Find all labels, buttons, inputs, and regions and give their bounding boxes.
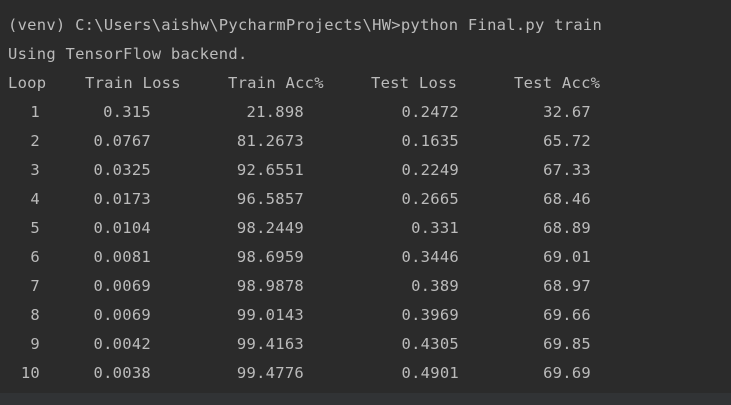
cell-train-loss: 0.0042 — [93, 335, 151, 353]
cell-test-loss: 0.2249 — [401, 161, 459, 179]
cell-train-acc: 99.4163 — [236, 335, 304, 353]
cell-test-acc: 68.97 — [543, 277, 591, 295]
cell-train-acc: 96.5857 — [236, 190, 304, 208]
table-row: 4 0.0173 96.5857 0.2665 68.46 — [0, 185, 731, 214]
cell-loop: 10 — [20, 364, 40, 382]
table-row: 8 0.0069 99.0143 0.3969 69.66 — [0, 301, 731, 330]
cell-train-acc: 92.6551 — [236, 161, 304, 179]
cell-loop: 5 — [30, 219, 40, 237]
cell-train-loss: 0.0069 — [93, 306, 151, 324]
cell-train-loss: 0.0069 — [93, 277, 151, 295]
cell-test-acc: 69.69 — [543, 364, 591, 382]
command-line: (venv) C:\Users\aishw\PycharmProjects\HW… — [8, 16, 603, 34]
cell-test-acc: 65.72 — [543, 132, 591, 150]
cell-loop: 8 — [30, 306, 40, 324]
cell-loop: 7 — [30, 277, 40, 295]
cell-test-acc: 68.89 — [543, 219, 591, 237]
terminal-bottom-edge — [0, 393, 731, 405]
header-test-loss: Test Loss — [371, 74, 458, 92]
cell-train-loss: 0.0081 — [93, 248, 151, 266]
header-train-acc: Train Acc% — [228, 74, 324, 92]
cell-test-acc: 69.01 — [543, 248, 591, 266]
table-row: 3 0.0325 92.6551 0.2249 67.33 — [0, 156, 731, 185]
cell-loop: 9 — [30, 335, 40, 353]
table-row: 5 0.0104 98.2449 0.331 68.89 — [0, 214, 731, 243]
cell-test-loss: 0.331 — [411, 219, 459, 237]
cell-train-loss: 0.0038 — [93, 364, 151, 382]
cell-loop: 3 — [30, 161, 40, 179]
header-test-acc: Test Acc% — [514, 74, 601, 92]
cell-test-loss: 0.389 — [411, 277, 459, 295]
cell-train-acc: 98.2449 — [236, 219, 304, 237]
cell-train-loss: 0.0104 — [93, 219, 151, 237]
cell-train-acc: 98.9878 — [236, 277, 304, 295]
cell-test-loss: 0.1635 — [401, 132, 459, 150]
cell-train-acc: 99.0143 — [236, 306, 304, 324]
cell-train-acc: 21.898 — [246, 103, 304, 121]
cell-train-acc: 98.6959 — [236, 248, 304, 266]
cell-loop: 1 — [30, 103, 40, 121]
cell-train-loss: 0.315 — [103, 103, 151, 121]
cell-train-loss: 0.0325 — [93, 161, 151, 179]
table-row: 10 0.0038 99.4776 0.4901 69.69 — [0, 359, 731, 388]
cell-test-loss: 0.2665 — [401, 190, 459, 208]
cell-test-loss: 0.3446 — [401, 248, 459, 266]
cell-train-loss: 0.0173 — [93, 190, 151, 208]
cell-loop: 4 — [30, 190, 40, 208]
table-row: 1 0.315 21.898 0.2472 32.67 — [0, 98, 731, 127]
cell-test-acc: 69.85 — [543, 335, 591, 353]
cell-test-loss: 0.2472 — [401, 103, 459, 121]
table-row: 9 0.0042 99.4163 0.4305 69.85 — [0, 330, 731, 359]
table-header-row: Loop Train Loss Train Acc% Test Loss Tes… — [0, 69, 731, 98]
cell-test-loss: 0.4901 — [401, 364, 459, 382]
cell-train-loss: 0.0767 — [93, 132, 151, 150]
cell-test-acc: 68.46 — [543, 190, 591, 208]
cell-test-acc: 67.33 — [543, 161, 591, 179]
cell-loop: 2 — [30, 132, 40, 150]
cell-train-acc: 81.2673 — [236, 132, 304, 150]
header-train-loss: Train Loss — [85, 74, 181, 92]
cell-test-acc: 69.66 — [543, 306, 591, 324]
terminal-window[interactable]: (venv) C:\Users\aishw\PycharmProjects\HW… — [0, 0, 731, 405]
cell-test-loss: 0.3969 — [401, 306, 459, 324]
table-row: 7 0.0069 98.9878 0.389 68.97 — [0, 272, 731, 301]
cell-train-acc: 99.4776 — [236, 364, 304, 382]
backend-message: Using TensorFlow backend. — [8, 45, 248, 63]
table-row: 2 0.0767 81.2673 0.1635 65.72 — [0, 127, 731, 156]
cell-test-loss: 0.4305 — [401, 335, 459, 353]
cell-loop: 6 — [30, 248, 40, 266]
cell-test-acc: 32.67 — [543, 103, 591, 121]
header-loop: Loop — [8, 74, 47, 92]
table-row: 6 0.0081 98.6959 0.3446 69.01 — [0, 243, 731, 272]
